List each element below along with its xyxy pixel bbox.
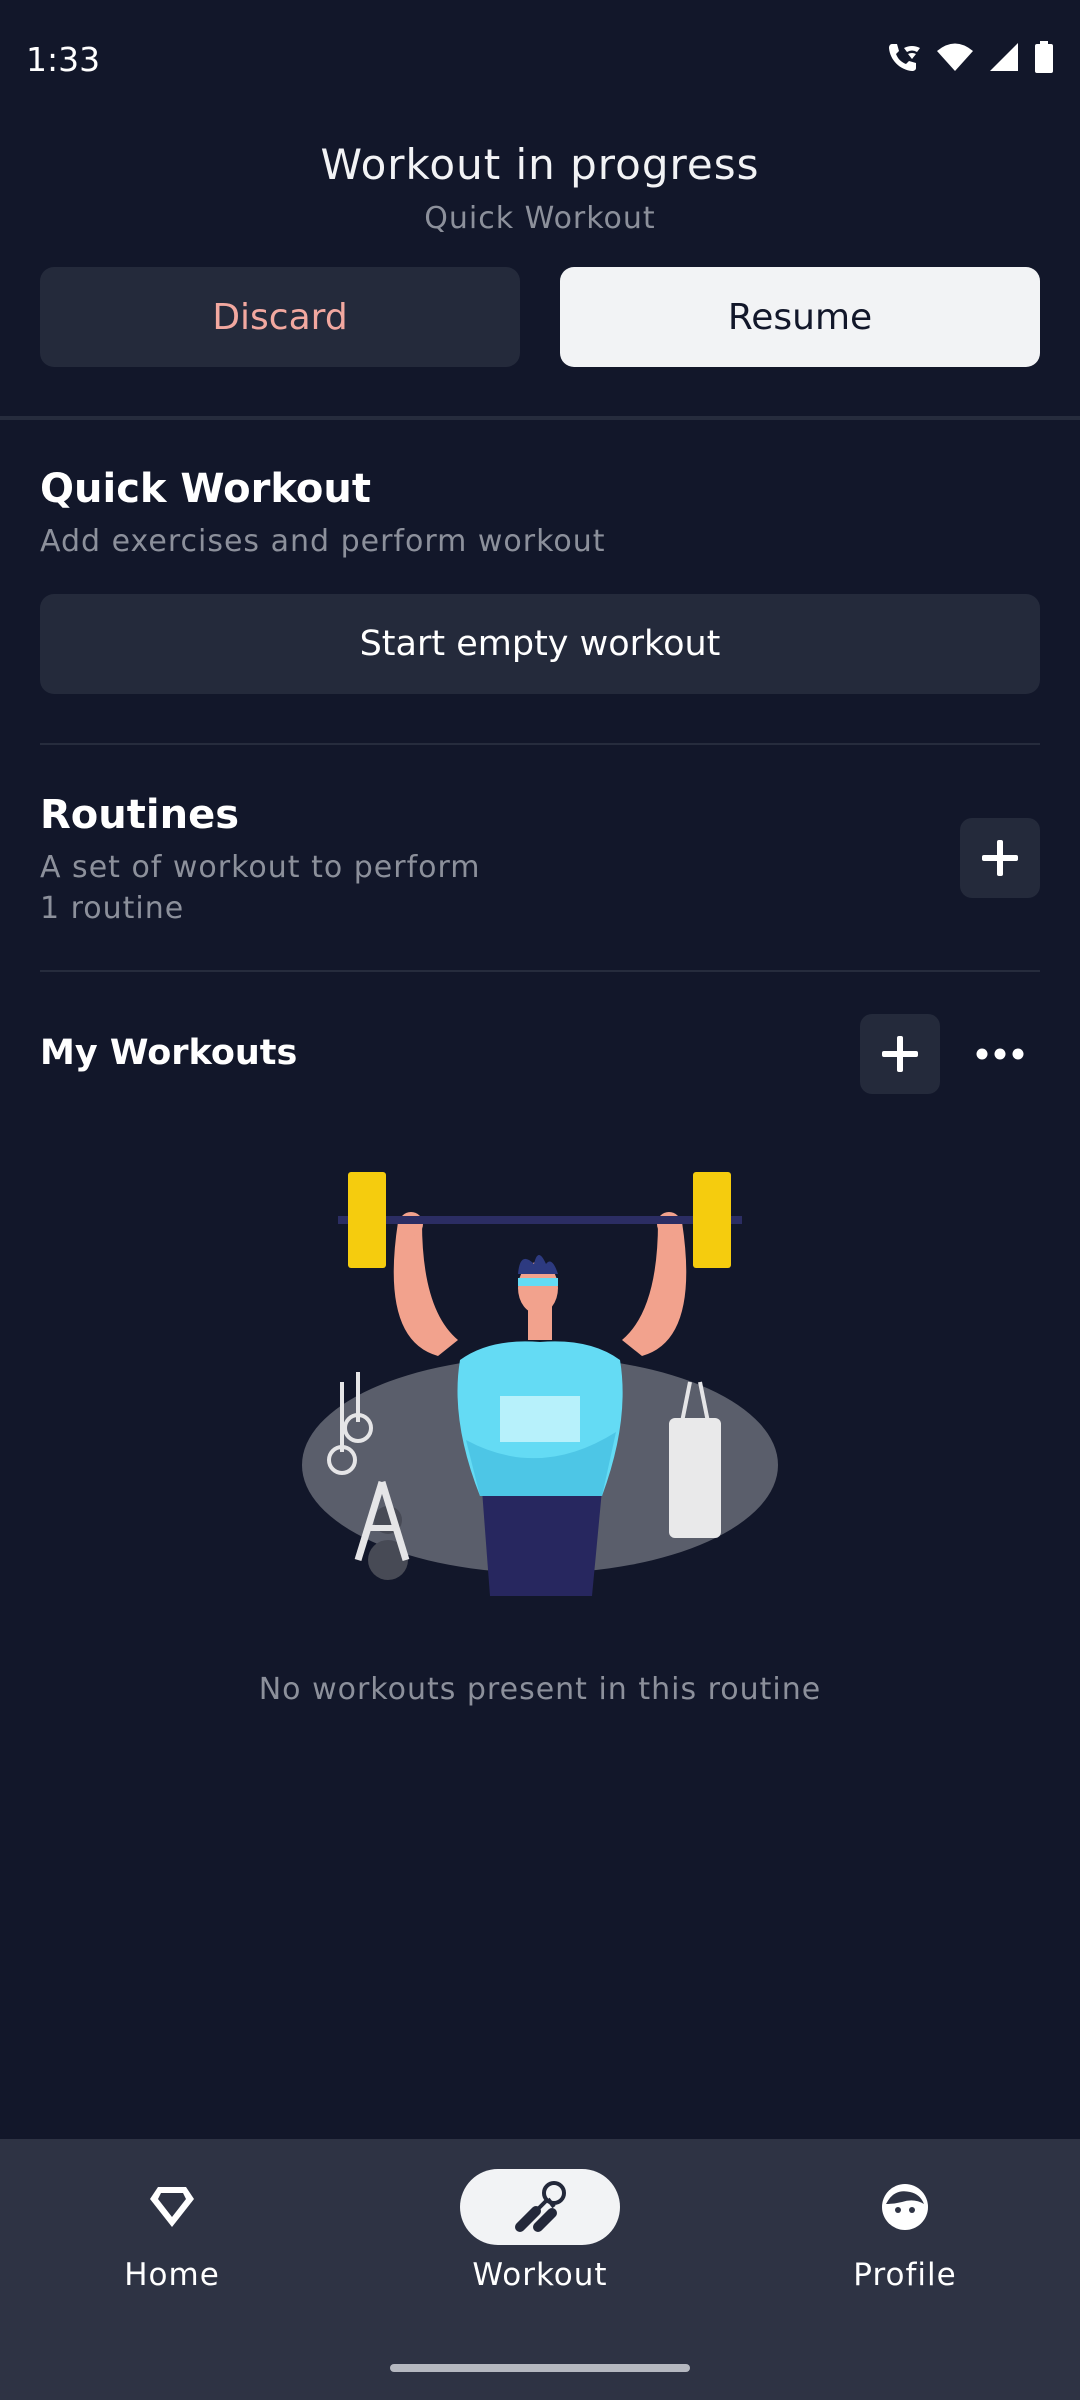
nav-item-workout[interactable]: Workout <box>420 2169 660 2293</box>
nav-item-profile[interactable]: Profile <box>785 2169 1025 2293</box>
face-icon <box>882 2184 928 2230</box>
nav-icon-container-active <box>460 2169 620 2245</box>
progress-subtitle: Quick Workout <box>424 201 656 236</box>
empty-state-message: No workouts present in this routine <box>258 1672 822 1707</box>
section-divider <box>40 743 1040 745</box>
progress-title: Workout in progress <box>320 140 760 189</box>
discard-button[interactable]: Discard <box>40 267 520 367</box>
nav-label-profile: Profile <box>853 2257 957 2293</box>
plus-icon <box>982 840 1018 876</box>
weightlifter-illustration <box>290 1160 790 1600</box>
nav-label-home: Home <box>124 2257 220 2293</box>
nav-icon-container <box>825 2169 985 2245</box>
routines-count: 1 routine <box>40 891 185 926</box>
add-workout-button[interactable] <box>860 1014 940 1094</box>
add-routine-button[interactable] <box>960 818 1040 898</box>
routines-title: Routines <box>40 792 240 838</box>
home-indicator[interactable] <box>390 2364 690 2372</box>
plus-icon <box>882 1036 918 1072</box>
hand-gripper-icon <box>515 2181 566 2232</box>
more-horizontal-icon <box>976 1048 1024 1060</box>
section-divider <box>40 970 1040 972</box>
diamond-icon <box>150 2187 194 2227</box>
status-time: 1:33 <box>26 40 101 79</box>
section-divider <box>0 416 1080 420</box>
workout-in-progress-banner: Workout in progress Quick Workout <box>0 140 1080 236</box>
nav-icon-container <box>92 2169 252 2245</box>
status-icons <box>886 40 1054 74</box>
wifi-icon <box>936 42 974 72</box>
routines-description: A set of workout to perform <box>40 850 481 885</box>
signal-icon <box>988 42 1020 72</box>
status-bar: 1:33 <box>0 0 1080 126</box>
battery-icon <box>1034 41 1054 73</box>
my-workouts-title: My Workouts <box>40 1033 298 1073</box>
wifi-calling-icon <box>886 40 922 74</box>
more-options-button[interactable] <box>960 1014 1040 1094</box>
resume-button[interactable]: Resume <box>560 267 1040 367</box>
quick-workout-description: Add exercises and perform workout <box>40 524 606 559</box>
bottom-navigation: Home Workout Profile <box>0 2139 1080 2400</box>
nav-item-home[interactable]: Home <box>52 2169 292 2293</box>
quick-workout-title: Quick Workout <box>40 466 371 512</box>
start-empty-workout-button[interactable]: Start empty workout <box>40 594 1040 694</box>
nav-label-workout: Workout <box>472 2257 608 2293</box>
